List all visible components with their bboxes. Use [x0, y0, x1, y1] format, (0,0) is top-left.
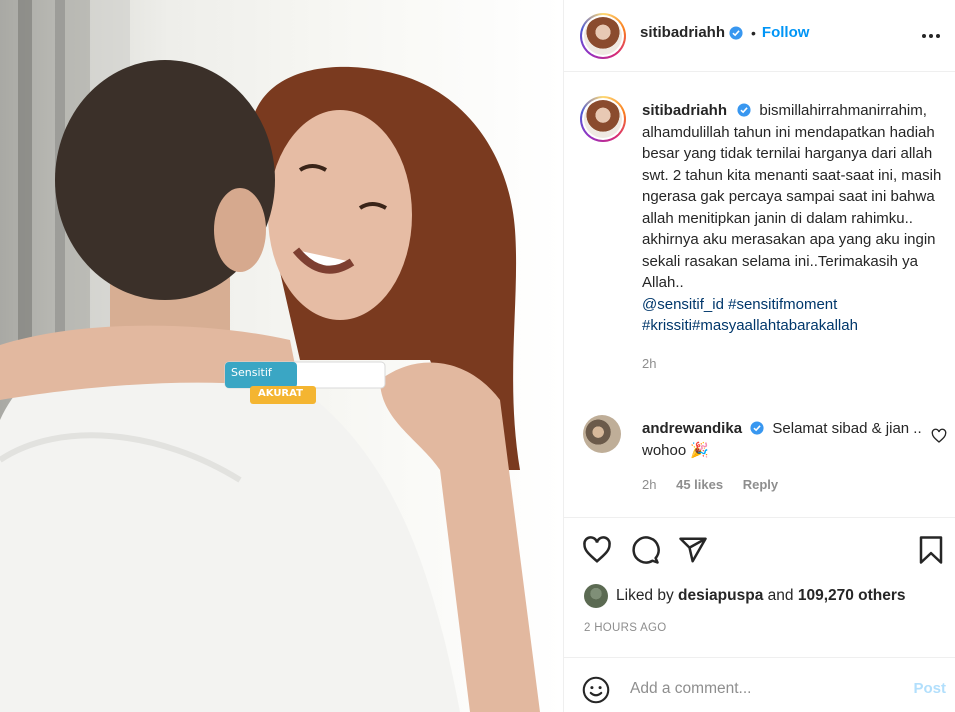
liker-avatar[interactable]	[584, 584, 608, 608]
mention-link[interactable]: @sensitif_id	[642, 296, 724, 313]
caption-text: bismillahirrahmanirrahim, alhamdulillah …	[642, 102, 942, 291]
comment-meta: 2h 45 likes Reply	[642, 477, 778, 492]
hashtag-link[interactable]: #krissiti	[642, 317, 692, 334]
post-comment-button[interactable]: Post	[913, 680, 946, 697]
caption-username[interactable]: sitibadriahh	[642, 102, 727, 119]
comment-input[interactable]	[630, 675, 900, 703]
author-avatar[interactable]	[580, 13, 626, 59]
bookmark-icon[interactable]	[916, 535, 946, 565]
comment-icon[interactable]	[630, 535, 660, 565]
comment-time: 2h	[642, 477, 657, 492]
caption-author-avatar[interactable]	[580, 96, 626, 142]
more-options-icon[interactable]	[920, 26, 942, 46]
party-popper-icon: 🎉	[690, 441, 710, 459]
post-caption: sitibadriahh bismillahirrahmanirrahim, a…	[642, 100, 948, 374]
heart-icon[interactable]	[582, 535, 612, 565]
photo-illustration	[0, 0, 540, 712]
verified-badge-icon	[750, 421, 764, 435]
emoji-icon[interactable]	[582, 676, 610, 704]
verified-badge-icon	[729, 25, 743, 40]
reply-button[interactable]: Reply	[743, 477, 778, 492]
product-brand-label: Sensitif	[231, 366, 272, 379]
add-comment-bar: Post	[564, 657, 955, 712]
heart-icon[interactable]	[931, 428, 947, 444]
others-count[interactable]: 109,270 others	[798, 587, 906, 605]
action-bar	[564, 517, 955, 577]
liked-by-prefix: Liked by	[616, 587, 674, 604]
hashtag-link[interactable]: #masyaallahtabarakallah	[692, 317, 858, 334]
verified-badge-icon	[737, 103, 751, 117]
post-side-panel: sitibadriahh • Follow sitibadriahh bismi…	[563, 0, 955, 712]
comment-likes[interactable]: 45 likes	[676, 477, 723, 492]
hashtag-link[interactable]: #sensitifmoment	[728, 296, 837, 313]
likes-and: and	[767, 587, 794, 604]
commenter-username[interactable]: andrewandika	[642, 420, 742, 437]
post-photo[interactable]: Sensitif AKURAT	[0, 0, 563, 712]
post-header: sitibadriahh • Follow	[564, 0, 955, 72]
author-username[interactable]: sitibadriahh	[640, 24, 725, 41]
separator-dot: •	[751, 24, 756, 41]
likes-summary: Liked by desiapuspa and 109,270 others	[584, 584, 906, 608]
commenter-avatar[interactable]	[583, 415, 621, 453]
post-timestamp: 2 HOURS AGO	[584, 622, 667, 634]
caption-time: 2h	[642, 355, 657, 371]
liker-username[interactable]: desiapuspa	[678, 587, 763, 605]
follow-button[interactable]: Follow	[762, 24, 810, 41]
comment-item: andrewandika Selamat sibad & jian .. woh…	[642, 418, 922, 461]
share-icon[interactable]	[678, 535, 708, 565]
product-badge-label: AKURAT	[258, 388, 303, 399]
